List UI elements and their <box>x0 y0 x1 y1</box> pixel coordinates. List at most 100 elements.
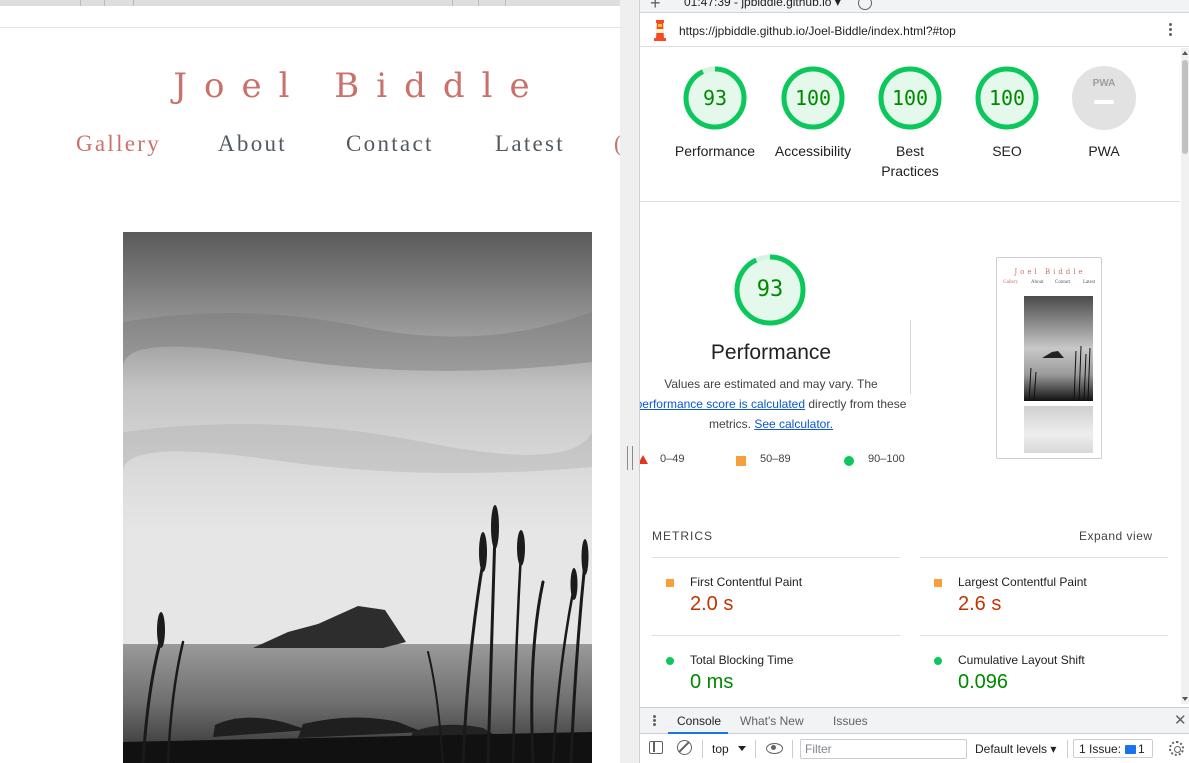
gauge-score: 93 <box>702 86 728 110</box>
nav-contact[interactable]: Contact <box>346 131 434 157</box>
close-drawer-icon[interactable]: ✕ <box>1174 711 1187 729</box>
pass-circle-icon <box>934 657 942 665</box>
browser-tab-strip <box>0 0 620 6</box>
metrics-header: METRICS <box>652 529 713 543</box>
tab-console[interactable]: Console <box>677 714 721 728</box>
toolbar-separator <box>1067 740 1068 758</box>
metric-value: 2.0 s <box>690 593 734 615</box>
final-screenshot-thumbnail[interactable]: Joel Biddle Gallery About Contact Latest <box>996 257 1102 459</box>
pass-circle-icon <box>844 456 854 466</box>
context-selector[interactable]: top <box>712 742 729 756</box>
toolbar-separator <box>702 740 703 758</box>
performance-big-gauge: 93 <box>734 254 806 326</box>
nav-latest[interactable]: Latest <box>495 131 565 157</box>
splitter-grip[interactable] <box>627 446 633 470</box>
scroll-up-icon[interactable] <box>1182 51 1188 55</box>
report-url-bar: https://jpbiddle.github.io/Joel-Biddle/i… <box>640 14 1189 47</box>
log-levels-dropdown[interactable]: Default levels ▾ <box>975 742 1056 756</box>
tab-issues[interactable]: Issues <box>833 714 868 728</box>
tab-divider <box>133 0 134 6</box>
metric-fcp: First Contentful Paint 2.0 s <box>652 573 882 643</box>
devtools-panel: + 01:47:39 - jpbiddle.github.io ▾ https:… <box>640 0 1189 763</box>
gauge-label: Performance <box>674 143 756 159</box>
metric-name: Cumulative Layout Shift <box>958 653 1085 667</box>
gauge-pwa[interactable]: PWA PWA <box>1054 66 1154 161</box>
gauge-performance[interactable]: 93 Performance <box>665 66 765 161</box>
report-url[interactable]: https://jpbiddle.github.io/Joel-Biddle/i… <box>679 24 956 38</box>
toolbar-separator <box>755 740 756 758</box>
report-selector[interactable]: 01:47:39 - jpbiddle.github.io ▾ <box>684 0 841 9</box>
website-viewport: Joel Biddle Gallery About Contact Latest… <box>0 0 620 763</box>
drawer-menu-icon[interactable] <box>653 715 656 727</box>
gauge-label: Best Practices <box>881 143 939 179</box>
active-tab-indicator <box>668 732 728 734</box>
score-legend: 0–49 50–89 90–100 <box>640 452 940 468</box>
scroll-down-icon[interactable] <box>1182 697 1188 701</box>
chevron-down-icon[interactable] <box>738 746 746 751</box>
average-square-icon <box>736 456 746 466</box>
console-settings-gear-icon[interactable] <box>1169 741 1184 756</box>
scrollbar-thumb[interactable] <box>1182 60 1188 154</box>
thumbnail-nav-item: About <box>1031 280 1044 285</box>
performance-title: Performance <box>710 341 832 364</box>
report-scrollbar[interactable] <box>1181 48 1189 704</box>
thumbnail-nav-item: Gallery <box>1003 280 1018 285</box>
note-text: Values are estimated and may vary. The <box>664 377 878 391</box>
metric-lcp: Largest Contentful Paint 2.6 s <box>920 573 1150 643</box>
gallery-photo[interactable] <box>123 232 592 763</box>
legend-fail: 0–49 <box>660 453 685 465</box>
metric-name: Total Blocking Time <box>690 653 794 667</box>
thumbnail-photo <box>1024 296 1093 401</box>
lighthouse-report-bar: + 01:47:39 - jpbiddle.github.io ▾ <box>640 0 1189 13</box>
clear-reports-icon[interactable] <box>858 0 872 10</box>
issues-counter-button[interactable]: 1 Issue: 1 <box>1073 739 1153 758</box>
tab-divider <box>104 0 105 6</box>
gauge-label: SEO <box>992 143 1022 159</box>
header-divider <box>0 27 620 28</box>
report-menu-icon[interactable] <box>1169 23 1173 38</box>
tab-divider <box>80 0 81 6</box>
nav-about[interactable]: About <box>218 131 287 157</box>
clear-console-icon[interactable] <box>677 740 692 755</box>
gauge-accessibility[interactable]: 100 Accessibility <box>763 66 863 161</box>
metric-value: 2.6 s <box>958 593 1002 615</box>
tab-whats-new[interactable]: What's New <box>740 714 804 728</box>
nav-gallery[interactable]: Gallery <box>76 131 161 157</box>
metrics-section: METRICS Expand view First Contentful Pai… <box>640 519 1180 704</box>
toolbar-separator <box>792 740 793 758</box>
gauge-seo[interactable]: 100 SEO <box>957 66 1057 161</box>
panel-splitter[interactable] <box>620 0 640 763</box>
gauge-score: 100 <box>891 86 929 110</box>
log-levels-label: Default levels <box>975 742 1048 756</box>
category-gauges: 93 Performance 100 Accessibility 100 Bes… <box>640 48 1180 201</box>
average-square-icon <box>934 579 942 587</box>
issues-count: 1 <box>1138 742 1145 756</box>
site-brand[interactable]: Joel Biddle <box>0 66 620 106</box>
gauge-label: Accessibility <box>774 143 852 159</box>
expand-view-toggle[interactable]: Expand view <box>1079 529 1153 543</box>
message-icon <box>1125 745 1137 754</box>
site-nav: Gallery About Contact Latest ( <box>0 131 620 163</box>
average-square-icon <box>666 579 674 587</box>
seascape-photo <box>123 232 592 763</box>
new-report-icon[interactable]: + <box>650 0 661 12</box>
metric-value: 0 ms <box>690 671 734 693</box>
drawer-tabbar: Console What's New Issues ✕ <box>640 708 1189 734</box>
live-expression-eye-icon[interactable] <box>766 743 783 754</box>
console-toolbar: top Default levels ▾ 1 Issue: 1 <box>640 735 1189 763</box>
pwa-badge-text: PWA <box>1092 78 1116 89</box>
score-calculation-link[interactable]: performance score is calculated <box>640 397 805 411</box>
console-drawer: Console What's New Issues ✕ top Default … <box>640 707 1189 763</box>
console-filter-input[interactable] <box>800 739 967 759</box>
metric-divider <box>920 557 1168 558</box>
legend-average: 50–89 <box>760 453 791 465</box>
gauge-score: 100 <box>794 86 832 110</box>
fail-triangle-icon <box>640 455 648 464</box>
see-calculator-link[interactable]: See calculator. <box>754 417 833 431</box>
legend-pass: 90–100 <box>868 453 905 465</box>
sidebar-toggle-icon[interactable] <box>649 741 663 754</box>
tab-divider <box>452 0 453 6</box>
gauge-best-practices[interactable]: 100 Best Practices <box>860 66 960 181</box>
vertical-divider <box>910 320 911 394</box>
issues-label: 1 Issue: <box>1079 742 1122 756</box>
